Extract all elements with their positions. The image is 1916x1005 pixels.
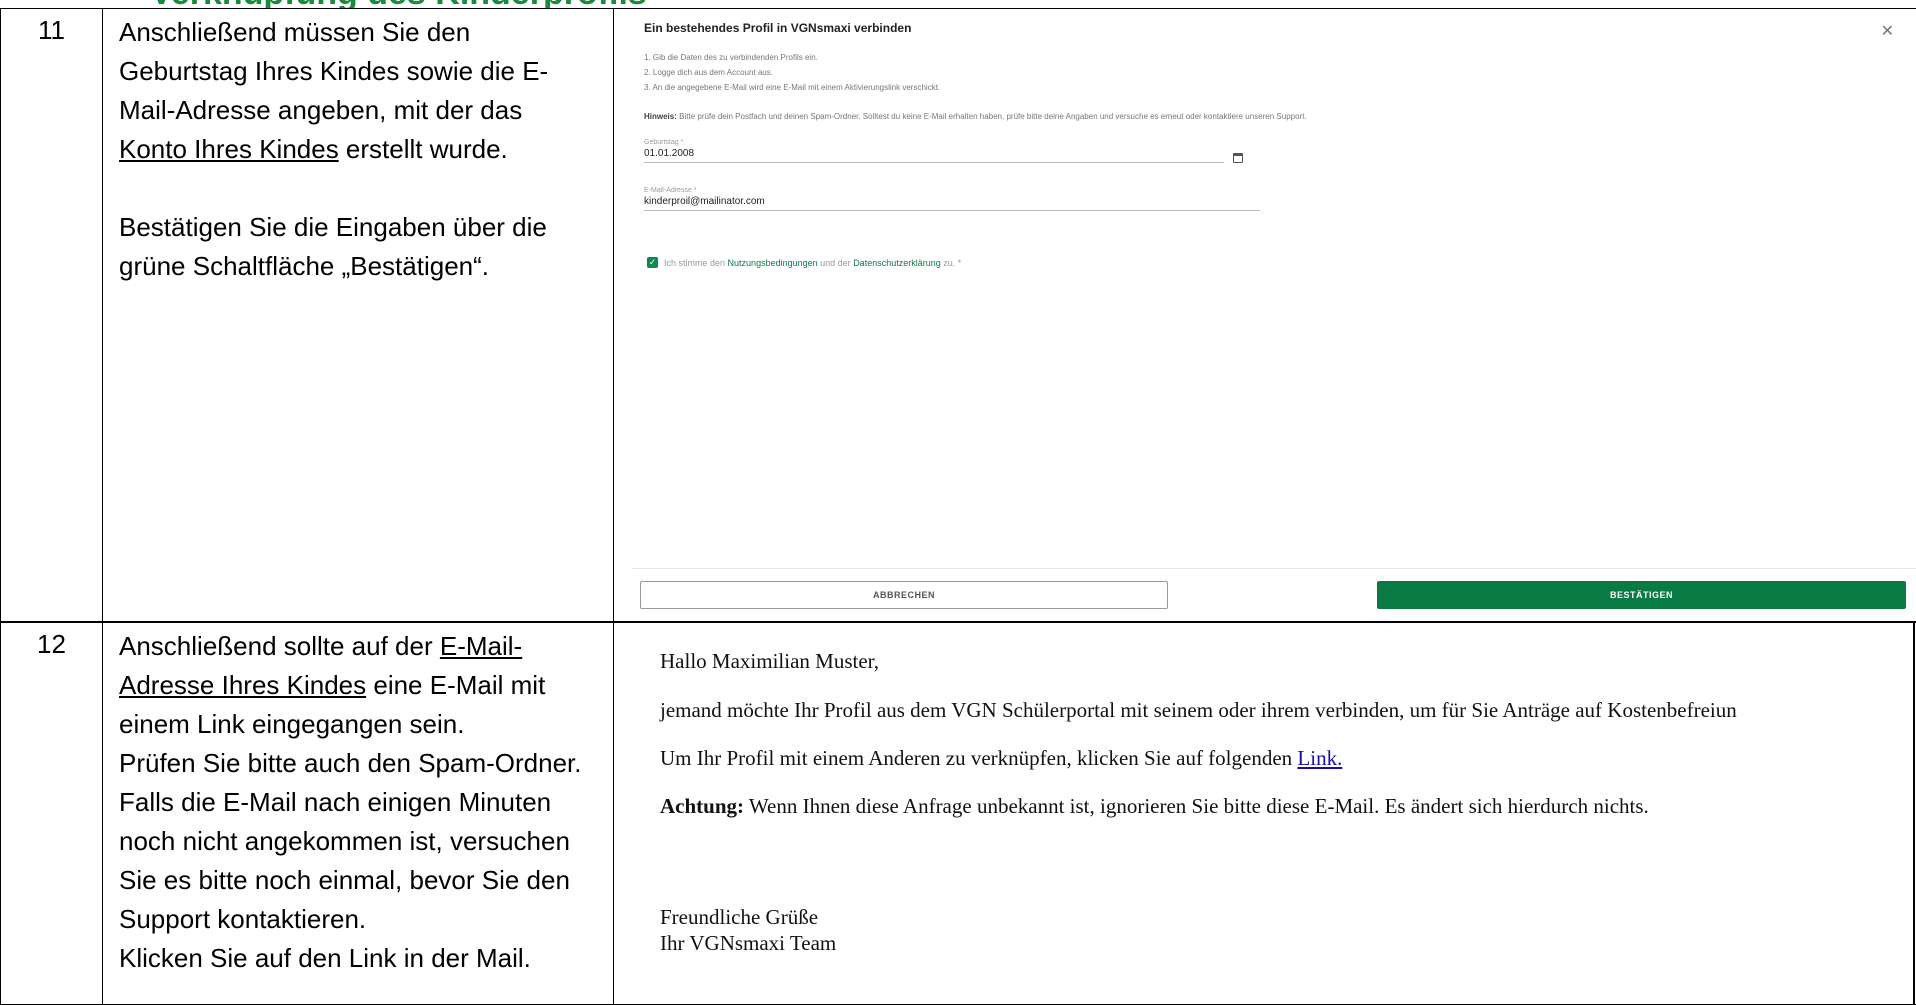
underlined-phrase: Konto Ihres Kindes <box>119 134 339 164</box>
screenshot-email: Hallo Maximilian Muster, jemand möchte I… <box>614 622 1916 1005</box>
step-description: Anschließend müssen Sie den Geburtstag I… <box>102 8 614 622</box>
section-heading-text: Verknüpfung des Kinderprofils <box>150 0 647 8</box>
step-item: 1. Gib die Daten des zu verbindenden Pro… <box>644 53 818 62</box>
step-number: 11 <box>0 8 102 622</box>
consent-text: Ich stimme den Nutzungsbedingungen und d… <box>664 257 962 268</box>
birthday-label: Geburtstag * <box>644 139 684 146</box>
email-greeting: Hallo Maximilian Muster, <box>660 649 880 673</box>
confirm-button[interactable]: BESTÄTIGEN <box>1377 581 1906 609</box>
step-paragraph: Falls die E-Mail nach einigen Minuten no… <box>119 787 570 934</box>
birthday-field[interactable]: Geburtstag * 01.01.2008 <box>644 139 1224 163</box>
step-paragraph: Bestätigen Sie die Eingaben über die grü… <box>119 212 547 281</box>
table-row: 11 Anschließend müssen Sie den Geburtsta… <box>0 8 1916 622</box>
email-link[interactable]: Link. <box>1297 746 1342 770</box>
email-signature: Ihr VGNsmaxi Team <box>660 931 837 955</box>
step-number: 12 <box>0 622 102 1005</box>
section-heading-fragment: Verknüpfung des Kinderprofils <box>0 0 1916 8</box>
birthday-input[interactable]: 01.01.2008 <box>644 146 1224 163</box>
close-icon[interactable]: ✕ <box>1881 21 1894 41</box>
email-edge <box>1913 623 1915 1004</box>
email-label: E-Mail-Adresse * <box>644 187 697 194</box>
email-closing: Freundliche Grüße <box>660 905 819 929</box>
terms-link[interactable]: Nutzungsbedingungen <box>728 258 818 268</box>
email-field[interactable]: E-Mail-Adresse * kinderproil@mailinator.… <box>644 187 1260 211</box>
email-message: Hallo Maximilian Muster, jemand möchte I… <box>632 623 1916 1004</box>
email-input[interactable]: kinderproil@mailinator.com <box>644 194 1260 211</box>
dialog-footer: ABBRECHEN BESTÄTIGEN <box>632 568 1916 621</box>
privacy-link[interactable]: Datenschutzerklärung <box>853 258 941 268</box>
calendar-icon[interactable] <box>1233 153 1243 163</box>
step-paragraph: Klicken Sie auf den Link in der Mail. <box>119 943 531 973</box>
consent-row: ✓ Ich stimme den Nutzungsbedingungen und… <box>647 257 961 268</box>
step-description: Anschließend sollte auf der E-Mail-Adres… <box>102 622 614 1005</box>
step-paragraph: Anschließend sollte auf der E-Mail-Adres… <box>119 631 546 739</box>
dialog-steps: 1. Gib die Daten des zu verbindenden Pro… <box>644 50 940 95</box>
consent-checkbox[interactable]: ✓ <box>647 257 658 268</box>
email-body-line: Um Ihr Profil mit einem Anderen zu verkn… <box>660 746 1343 770</box>
step-paragraph: Prüfen Sie bitte auch den Spam-Ordner. <box>119 748 582 778</box>
dialog-hint: Hinweis: Bitte prüfe dein Postfach und d… <box>644 112 1307 121</box>
step-item: 3. An die angegebene E-Mail wird eine E-… <box>644 83 941 92</box>
connect-profile-dialog: Ein bestehendes Profil in VGNsmaxi verbi… <box>632 9 1916 621</box>
step-paragraph: Anschließend müssen Sie den Geburtstag I… <box>119 17 549 164</box>
email-warning: Achtung: Wenn Ihnen diese Anfrage unbeka… <box>660 794 1649 818</box>
step-item: 2. Logge dich aus dem Account aus. <box>644 68 773 77</box>
dialog-title: Ein bestehendes Profil in VGNsmaxi verbi… <box>644 21 912 35</box>
table-row: 12 Anschließend sollte auf der E-Mail-Ad… <box>0 622 1916 1005</box>
email-body-line: jemand möchte Ihr Profil aus dem VGN Sch… <box>660 698 1737 722</box>
cancel-button[interactable]: ABBRECHEN <box>640 581 1168 609</box>
screenshot-dialog: Ein bestehendes Profil in VGNsmaxi verbi… <box>614 8 1916 622</box>
